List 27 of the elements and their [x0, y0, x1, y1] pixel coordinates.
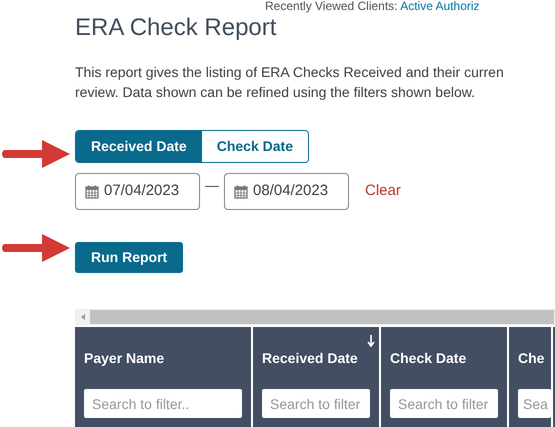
page-title: ERA Check Report [75, 14, 278, 42]
column-header[interactable]: Received Date [262, 348, 370, 369]
column-header[interactable]: Check Date [390, 348, 498, 369]
filter-input[interactable]: Sea [518, 389, 551, 418]
arrow-icon [0, 137, 72, 171]
column-header[interactable]: Payer Name [84, 348, 242, 369]
recent-clients-label: Recently Viewed Clients: [265, 0, 398, 13]
filter-input[interactable]: Search to filter.. [84, 389, 242, 418]
run-report-button[interactable]: Run Report [75, 242, 184, 273]
calendar-icon [234, 184, 248, 198]
arrow-icon [0, 231, 72, 265]
horizontal-scrollbar[interactable] [75, 309, 555, 325]
calendar-icon [85, 184, 99, 198]
sort-arrow-icon[interactable] [367, 335, 375, 348]
column-header[interactable]: Che [518, 348, 551, 369]
recent-client-link[interactable]: Active Authoriz [400, 0, 480, 13]
clear-link[interactable]: Clear [365, 180, 401, 203]
date-value: 07/04/2023 [104, 181, 180, 202]
filter-input[interactable]: Search to filter [262, 389, 370, 418]
date-field[interactable]: 08/04/2023 [224, 173, 349, 210]
date-range-dash: — [204, 176, 220, 195]
date-field[interactable]: 07/04/2023 [75, 173, 200, 210]
date-type-tab[interactable]: Received Date [76, 131, 202, 162]
filter-input[interactable]: Search to filter [390, 389, 498, 418]
scroll-left-icon[interactable] [76, 310, 90, 324]
date-value: 08/04/2023 [253, 181, 328, 202]
report-description: This report gives the listing of ERA Checks Received and their curren review. Data shown can be refined using the filters shown below. [75, 63, 505, 102]
